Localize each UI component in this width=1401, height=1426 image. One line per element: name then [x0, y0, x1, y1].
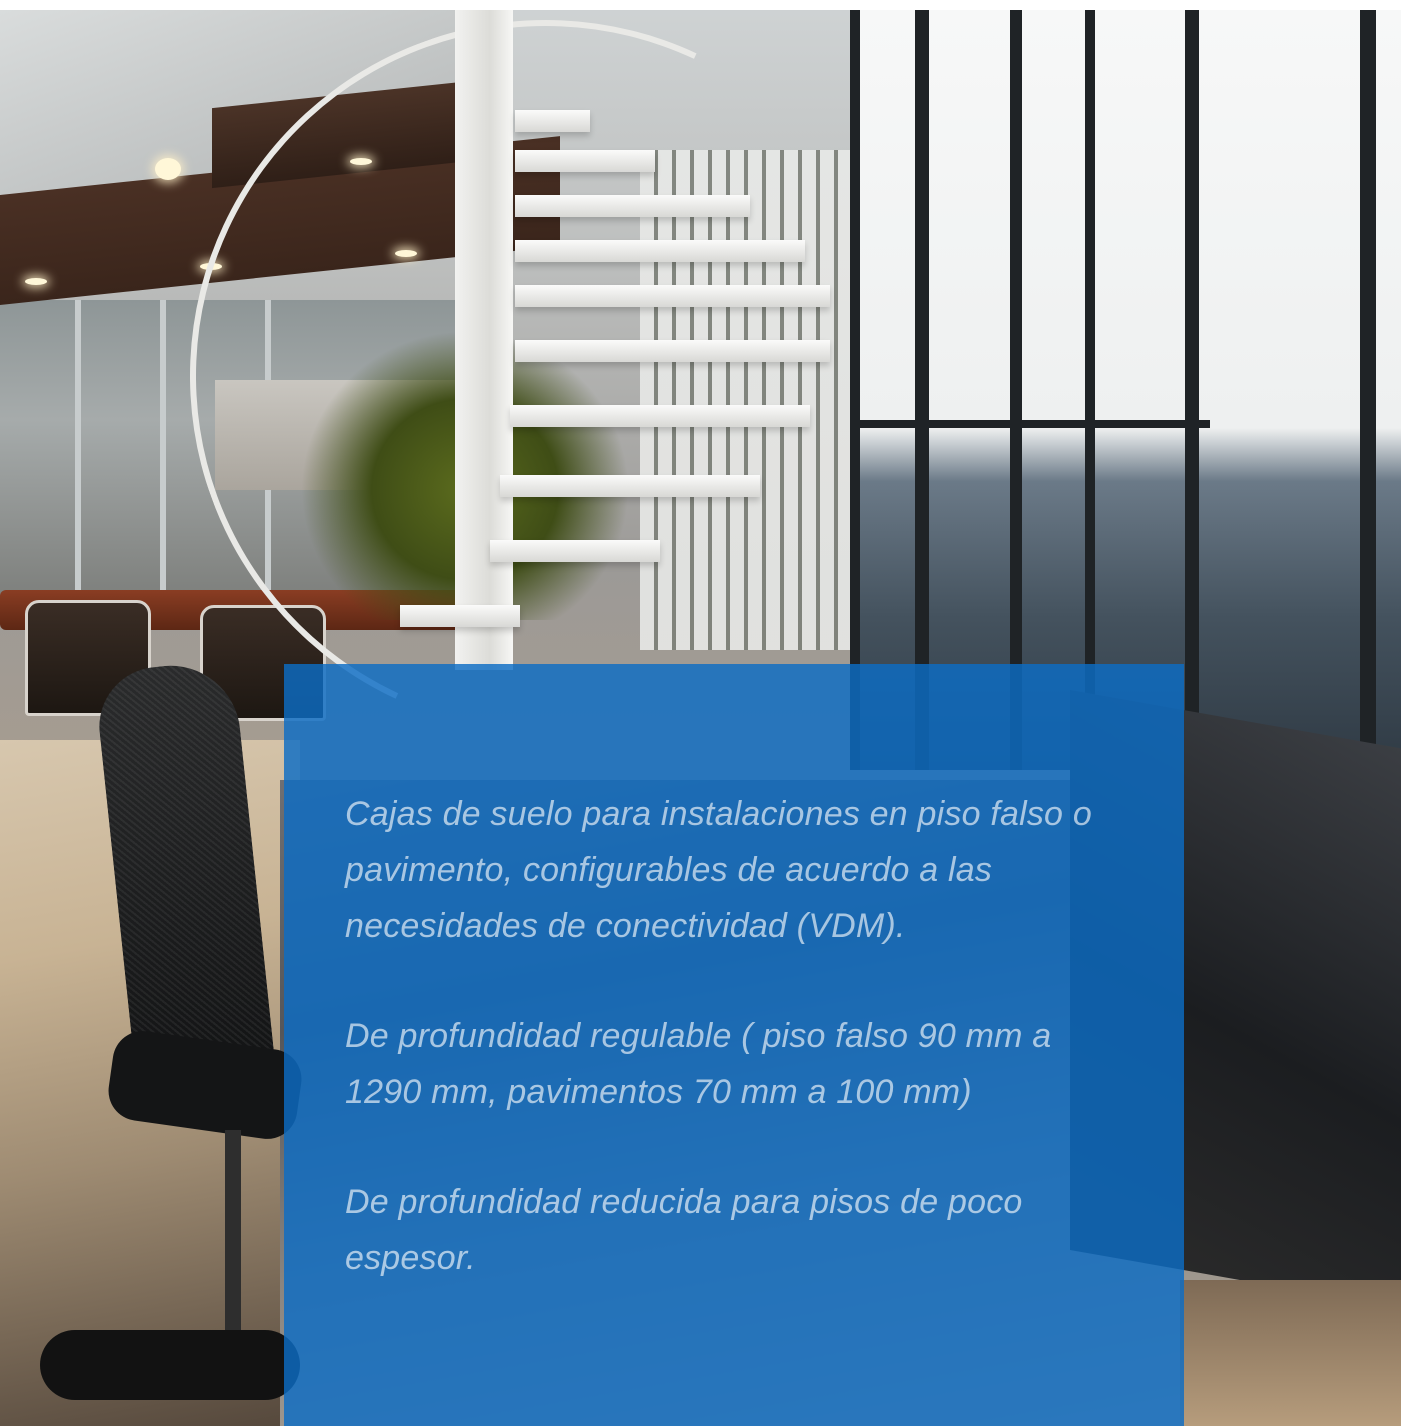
paragraph-adjustable-depth: De profundidad regulable ( piso falso 90…: [345, 1017, 1052, 1111]
stair-step: [400, 605, 520, 627]
window-frame: [1085, 10, 1095, 770]
stair-step: [515, 340, 830, 362]
window-frame: [915, 10, 929, 770]
info-text: Cajas de suelo para instalaciones en pis…: [345, 786, 1115, 1340]
stair-step: [510, 405, 810, 427]
top-margin: [0, 0, 1401, 10]
info-panel: Cajas de suelo para instalaciones en pis…: [284, 664, 1184, 1426]
stair-step: [500, 475, 760, 497]
stair-step: [515, 110, 590, 132]
glass-mullion: [160, 300, 166, 600]
window-frame: [850, 10, 860, 770]
stair-step: [515, 195, 750, 217]
window-frame: [1360, 10, 1376, 770]
window-frame: [1010, 10, 1022, 770]
chair-pole: [225, 1130, 241, 1350]
window-frame: [1185, 10, 1199, 770]
stair-step: [515, 150, 655, 172]
wall-lamp-icon: [155, 158, 181, 180]
window-wall: [850, 10, 1401, 770]
page: Cajas de suelo para instalaciones en pis…: [0, 0, 1401, 1426]
stair-step: [515, 240, 805, 262]
paragraph-floor-boxes: Cajas de suelo para instalaciones en pis…: [345, 795, 1092, 945]
chair-base: [40, 1330, 300, 1400]
ceiling-light-icon: [25, 278, 47, 285]
stair-step: [515, 285, 830, 307]
stair-column: [455, 10, 513, 670]
glass-mullion: [75, 300, 81, 600]
stair-step: [490, 540, 660, 562]
window-frame: [850, 420, 1210, 428]
floor: [1180, 1280, 1401, 1426]
paragraph-reduced-depth: De profundidad reducida para pisos de po…: [345, 1183, 1023, 1277]
